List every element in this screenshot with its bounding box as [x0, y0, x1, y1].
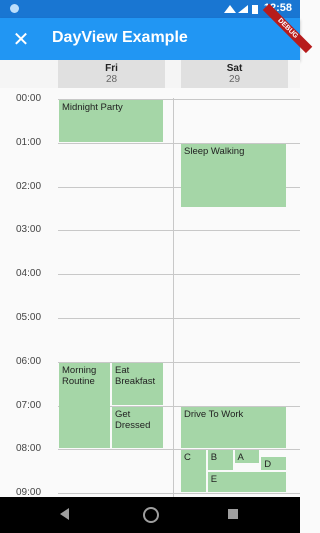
close-icon[interactable]: ✕ — [8, 26, 34, 52]
time-label: 09:00 — [16, 487, 42, 497]
event-sleep-walking[interactable]: Sleep Walking — [181, 143, 286, 208]
time-label: 04:00 — [16, 268, 42, 280]
home-icon[interactable] — [143, 507, 159, 523]
event-a[interactable]: A — [234, 450, 260, 463]
day-header-fri: Fri 28 — [58, 60, 165, 88]
recents-icon[interactable] — [228, 509, 238, 519]
hour-gridline — [58, 230, 300, 232]
event-drive-to-work[interactable]: Drive To Work — [181, 406, 286, 449]
time-label: 08:00 — [16, 443, 42, 455]
event-morning-routine[interactable]: Morning Routine — [59, 362, 110, 449]
time-label: 02:00 — [16, 180, 42, 192]
status-bar: 12:58 — [0, 0, 300, 18]
notification-icon — [10, 4, 19, 13]
event-e[interactable]: E — [207, 472, 286, 493]
signal-wifi-battery-icons — [224, 5, 258, 14]
event-eat-breakfast[interactable]: Eat Breakfast — [112, 362, 163, 405]
event-midnight-party[interactable]: Midnight Party — [59, 100, 163, 142]
time-label: 03:00 — [16, 224, 42, 236]
event-c[interactable]: C — [181, 450, 206, 493]
event-get-dressed[interactable]: Get Dressed — [112, 406, 163, 449]
page-title: DayView Example — [52, 29, 188, 46]
day-name: Sat — [226, 63, 243, 74]
day-date: 29 — [228, 74, 241, 85]
hour-gridline — [58, 449, 300, 451]
day-header-sat: Sat 29 — [181, 60, 288, 88]
day-header-row: Fri 28 Sat 29 — [0, 60, 300, 88]
time-label: 07:00 — [16, 399, 42, 411]
event-b[interactable]: B — [207, 450, 233, 471]
day-name: Fri — [105, 63, 118, 74]
time-label: 00:00 — [16, 93, 42, 104]
day-view-timeline[interactable]: 00:00 01:00 02:00 03:00 04:00 05:00 06:00 07:00… — [0, 88, 300, 497]
android-nav-bar — [0, 497, 300, 533]
day-date: 28 — [105, 74, 118, 85]
time-label: 06:00 — [16, 355, 42, 367]
hour-gridline — [58, 493, 300, 495]
hour-gridline — [58, 274, 300, 276]
time-label: 05:00 — [16, 312, 42, 323]
time-label: 01:00 — [16, 136, 42, 148]
app-bar: ✕ DayView Example DEBUG — [0, 3, 313, 60]
event-d[interactable]: D — [261, 456, 286, 471]
day-separator — [173, 98, 174, 497]
back-icon[interactable] — [60, 508, 69, 520]
hour-gridline — [58, 318, 300, 319]
